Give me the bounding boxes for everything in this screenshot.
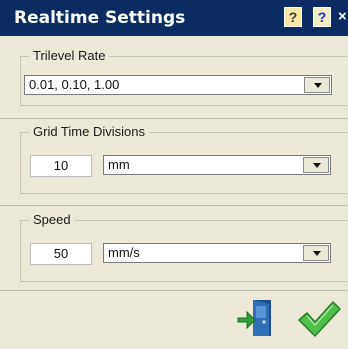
grid-time-divisions-unit: mm — [108, 157, 130, 172]
chevron-down-icon[interactable] — [304, 77, 330, 93]
divider — [0, 290, 348, 291]
ok-button[interactable] — [296, 296, 342, 340]
title-bar: Realtime Settings ? ? × — [0, 0, 348, 36]
chevron-down-icon[interactable] — [303, 245, 329, 261]
checkmark-icon — [298, 301, 341, 337]
grid-time-divisions-legend: Grid Time Divisions — [29, 124, 149, 140]
hint-button[interactable]: ? — [284, 7, 302, 27]
speed-unit-select[interactable]: mm/s — [103, 243, 331, 263]
realtime-settings-window: Realtime Settings ? ? × Trilevel Rate 0.… — [0, 0, 348, 349]
window-title: Realtime Settings — [14, 8, 186, 28]
grid-time-divisions-group: Grid Time Divisions 10 mm — [20, 124, 348, 194]
speed-unit: mm/s — [108, 245, 140, 260]
exit-button[interactable] — [236, 296, 278, 340]
chevron-down-icon[interactable] — [303, 157, 329, 173]
speed-legend: Speed — [29, 212, 75, 228]
speed-input[interactable]: 50 — [30, 243, 92, 265]
grid-time-divisions-unit-select[interactable]: mm — [103, 155, 331, 175]
trilevel-rate-select[interactable]: 0.01, 0.10, 1.00 — [24, 75, 332, 95]
trilevel-rate-legend: Trilevel Rate — [29, 48, 110, 64]
divider — [0, 205, 348, 206]
help-button[interactable]: ? — [313, 7, 331, 27]
exit-door-icon — [237, 300, 271, 336]
grid-time-divisions-input[interactable]: 10 — [30, 155, 92, 177]
speed-group: Speed 50 mm/s — [20, 212, 348, 282]
trilevel-rate-value: 0.01, 0.10, 1.00 — [29, 77, 120, 92]
trilevel-rate-group: Trilevel Rate 0.01, 0.10, 1.00 — [20, 48, 348, 106]
divider — [0, 118, 348, 119]
close-button[interactable]: × — [338, 7, 348, 27]
